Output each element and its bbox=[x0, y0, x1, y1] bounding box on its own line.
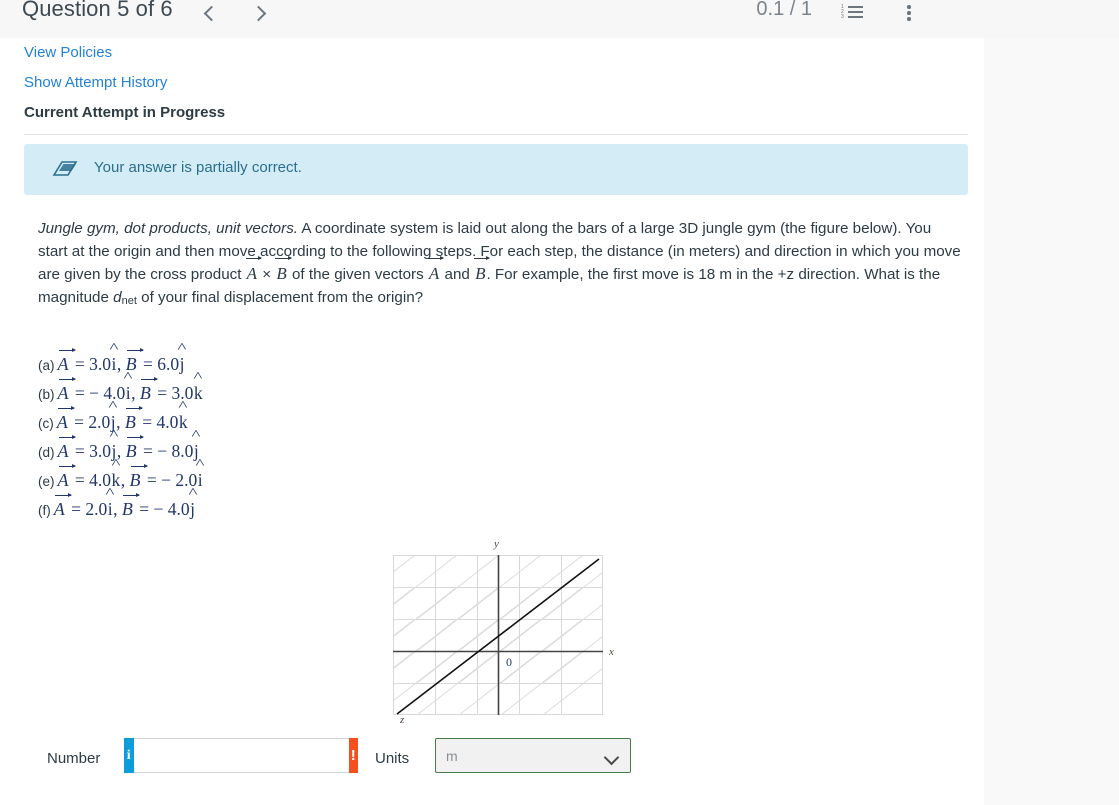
vector-item-label: (b) bbox=[38, 387, 55, 402]
vector-b-expression: = − 8.0 bbox=[138, 441, 194, 461]
previous-question-button[interactable] bbox=[198, 0, 222, 26]
vector-a-expression: = 3.0 bbox=[70, 441, 111, 461]
vector-separator: , bbox=[120, 470, 130, 490]
vector-a-expression: = 2.0 bbox=[66, 499, 108, 519]
vector-a-unit: i bbox=[107, 499, 113, 520]
question-text: Jungle gym, dot products, unit vectors. … bbox=[38, 218, 963, 312]
vector-b-expression: = 6.0 bbox=[138, 354, 180, 374]
vector-b-symbol: B bbox=[125, 434, 144, 461]
jungle-gym-figure: y x z 0 bbox=[389, 538, 624, 733]
vector-a-unit: i bbox=[111, 354, 117, 375]
vector-a-symbol: A bbox=[53, 492, 72, 519]
info-icon[interactable]: i bbox=[124, 738, 134, 773]
number-input-group: i ! bbox=[124, 738, 358, 773]
vector-item-label: (c) bbox=[38, 416, 54, 431]
view-policies-link[interactable]: View Policies bbox=[24, 44, 112, 61]
question-list-button[interactable]: 1 2 3 bbox=[839, 0, 865, 26]
warning-icon[interactable]: ! bbox=[348, 738, 358, 773]
vector-b-expression: = − 4.0 bbox=[134, 499, 190, 519]
vector-a-symbol-1: A bbox=[245, 255, 263, 286]
vector-item-label: (a) bbox=[38, 358, 55, 373]
status-banner-text: Your answer is partially correct. bbox=[94, 159, 302, 176]
vector-b-symbol-2: B bbox=[474, 255, 492, 286]
vector-b-unit: j bbox=[179, 354, 185, 375]
vector-a-expression: = 3.0 bbox=[70, 354, 111, 374]
vector-a-symbol: A bbox=[57, 434, 76, 461]
figure-grid bbox=[393, 555, 603, 715]
question-panel: View Policies Show Attempt History Curre… bbox=[0, 38, 984, 805]
score-display: 0.1 / 1 bbox=[756, 0, 812, 20]
vector-b-unit: k bbox=[193, 383, 203, 404]
chevron-left-icon bbox=[203, 5, 220, 21]
vector-a-symbol: A bbox=[57, 463, 76, 490]
vector-item-f: (f)A = 2.0i, B = − 4.0j bbox=[38, 492, 203, 528]
vector-item-label: (e) bbox=[38, 474, 55, 489]
more-options-button[interactable] bbox=[899, 0, 919, 26]
vector-a-symbol-2: A bbox=[427, 255, 445, 286]
answer-row: Number i ! Units m bbox=[0, 738, 984, 798]
vector-b-unit: i bbox=[197, 470, 203, 491]
figure-axis-label-y: y bbox=[494, 538, 499, 550]
conjunction-and: and bbox=[440, 266, 475, 283]
question-part-2: of the given vectors bbox=[287, 266, 428, 283]
units-select[interactable]: m bbox=[435, 738, 631, 773]
question-topic-title: Jungle gym, dot products, unit vectors. bbox=[38, 220, 299, 237]
vector-b-unit: k bbox=[178, 412, 188, 433]
eraser-icon bbox=[52, 160, 78, 178]
figure-axis-label-x: x bbox=[609, 646, 614, 658]
vector-b-symbol-1: B bbox=[275, 255, 293, 286]
vector-b-unit: j bbox=[190, 499, 196, 520]
vector-separator: , bbox=[131, 383, 140, 403]
list-number-3: 3 bbox=[841, 13, 844, 20]
vector-item-label: (f) bbox=[38, 503, 51, 518]
figure-origin-label: 0 bbox=[506, 655, 512, 669]
chevron-right-icon bbox=[250, 5, 267, 21]
vector-b-symbol: B bbox=[124, 405, 143, 432]
page-title: Question 5 of 6 bbox=[22, 0, 173, 21]
dnet-symbol: d bbox=[113, 288, 122, 306]
vector-a-symbol: A bbox=[56, 405, 75, 432]
vector-a-unit: i bbox=[125, 383, 131, 404]
vector-b-symbol: B bbox=[121, 492, 140, 519]
show-attempt-history-link[interactable]: Show Attempt History bbox=[24, 74, 167, 91]
numbered-list-icon: 1 2 3 bbox=[841, 4, 863, 21]
kebab-menu-icon bbox=[907, 4, 911, 22]
vector-a-symbol: A bbox=[57, 347, 76, 374]
section-divider bbox=[24, 134, 968, 135]
top-header-bar: Question 5 of 6 0.1 / 1 1 2 3 bbox=[0, 0, 1119, 38]
figure-axis-label-z: z bbox=[400, 714, 405, 726]
vector-a-symbol: A bbox=[57, 376, 76, 403]
vector-item-label: (d) bbox=[38, 445, 55, 460]
vector-list: (a)A = 3.0i, B = 6.0j(b)A = − 4.0i, B = … bbox=[38, 347, 203, 528]
vector-a-expression: = 2.0 bbox=[69, 412, 111, 432]
cross-product-operator: × bbox=[258, 266, 276, 283]
status-banner: Your answer is partially correct. bbox=[24, 144, 968, 195]
next-question-button[interactable] bbox=[248, 0, 272, 26]
number-input[interactable] bbox=[133, 738, 349, 773]
question-part-4: of your final displacement from the orig… bbox=[136, 288, 424, 306]
vector-b-expression: = 4.0 bbox=[137, 412, 179, 432]
units-label: Units bbox=[375, 750, 410, 767]
dnet-subscript: net bbox=[121, 294, 137, 307]
number-label: Number bbox=[47, 750, 101, 767]
current-attempt-heading: Current Attempt in Progress bbox=[24, 104, 226, 121]
vector-separator: , bbox=[113, 499, 122, 519]
vector-b-symbol: B bbox=[129, 463, 148, 490]
vector-b-symbol: B bbox=[139, 376, 158, 403]
